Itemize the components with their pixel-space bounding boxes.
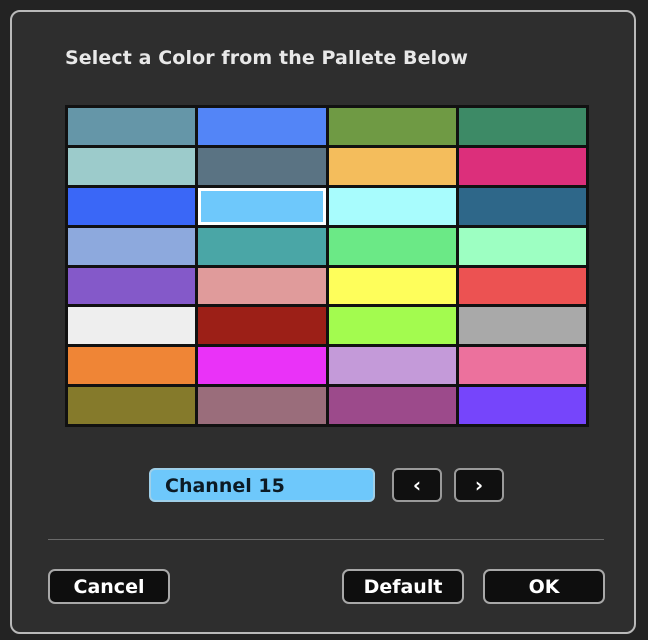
color-swatch[interactable] xyxy=(328,307,456,345)
default-button[interactable]: Default xyxy=(342,569,464,604)
color-swatch[interactable] xyxy=(458,187,586,225)
color-swatch[interactable] xyxy=(198,387,326,424)
color-swatch[interactable] xyxy=(68,187,196,225)
color-palette-grid xyxy=(65,105,589,427)
color-swatch[interactable] xyxy=(68,347,196,385)
previous-channel-button[interactable]: ‹ xyxy=(392,468,442,502)
divider xyxy=(48,539,604,540)
color-swatch[interactable] xyxy=(68,307,196,345)
color-swatch[interactable] xyxy=(68,227,196,265)
color-swatch[interactable] xyxy=(328,267,456,305)
color-swatch[interactable] xyxy=(458,227,586,265)
color-swatch[interactable] xyxy=(68,387,196,424)
ok-button[interactable]: OK xyxy=(483,569,605,604)
color-swatch[interactable] xyxy=(198,108,326,145)
color-swatch[interactable] xyxy=(68,147,196,185)
color-swatch[interactable] xyxy=(198,227,326,265)
color-swatch[interactable] xyxy=(68,267,196,305)
color-swatch[interactable] xyxy=(458,347,586,385)
color-swatch[interactable] xyxy=(328,347,456,385)
next-channel-button[interactable]: › xyxy=(454,468,504,502)
color-swatch[interactable] xyxy=(198,267,326,305)
color-swatch[interactable] xyxy=(458,108,586,145)
color-picker-dialog: Select a Color from the Pallete Below Ch… xyxy=(10,10,636,634)
color-swatch[interactable] xyxy=(198,347,326,385)
color-swatch[interactable] xyxy=(68,108,196,145)
color-swatch[interactable] xyxy=(328,387,456,424)
color-swatch[interactable] xyxy=(458,387,586,424)
color-swatch[interactable] xyxy=(458,307,586,345)
color-swatch[interactable] xyxy=(458,147,586,185)
channel-name-field[interactable]: Channel 15 xyxy=(149,468,375,502)
dialog-title: Select a Color from the Pallete Below xyxy=(65,47,469,69)
color-swatch[interactable] xyxy=(328,108,456,145)
color-swatch[interactable] xyxy=(328,147,456,185)
color-swatch[interactable] xyxy=(198,147,326,185)
color-swatch[interactable] xyxy=(328,187,456,225)
color-swatch[interactable] xyxy=(328,227,456,265)
color-swatch[interactable] xyxy=(198,307,326,345)
cancel-button[interactable]: Cancel xyxy=(48,569,170,604)
color-swatch-selected[interactable] xyxy=(198,187,326,225)
color-swatch[interactable] xyxy=(458,267,586,305)
